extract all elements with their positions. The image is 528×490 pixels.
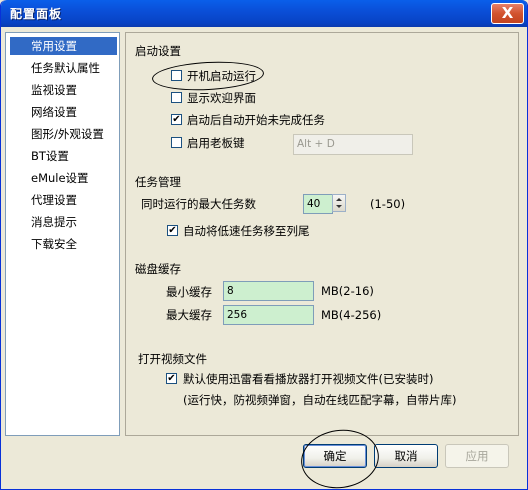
general-settings-panel: 启动设置 开机启动运行 显示欢迎界面 ✔ 启动后自动开始未完成任务 启用老板键 … <box>125 32 519 436</box>
close-button[interactable]: X <box>491 3 524 24</box>
min-cache-input[interactable]: 8 <box>223 281 314 301</box>
config-window: 配置面板 X 常用设置 任务默认属性 监视设置 网络设置 图形/外观设置 BT设… <box>0 0 528 490</box>
welcome-label[interactable]: 显示欢迎界面 <box>187 90 256 106</box>
sidebar-item-notifications[interactable]: 消息提示 <box>10 213 117 231</box>
boss-key-field[interactable]: Alt + D <box>293 134 413 155</box>
max-tasks-spinner[interactable] <box>332 194 346 212</box>
welcome-checkbox[interactable] <box>171 92 182 103</box>
resume-tasks-label[interactable]: 启动后自动开始未完成任务 <box>187 112 325 128</box>
check-mark-icon: ✔ <box>168 225 177 236</box>
window-title: 配置面板 <box>10 7 63 21</box>
max-cache-label: 最大缓存 <box>166 308 212 322</box>
title-bar[interactable]: 配置面板 X <box>1 0 527 27</box>
sidebar-item-network[interactable]: 网络设置 <box>10 103 117 121</box>
move-slow-checkbox[interactable]: ✔ <box>167 225 178 236</box>
check-mark-icon: ✔ <box>172 114 181 125</box>
spin-up-icon[interactable] <box>336 198 342 201</box>
min-cache-range: MB(2-16) <box>321 284 374 298</box>
sidebar-item-appearance[interactable]: 图形/外观设置 <box>10 125 117 143</box>
boss-key-label[interactable]: 启用老板键 <box>187 135 245 151</box>
default-player-note: (运行快，防视频弹窗，自动在线匹配字幕，自带片库) <box>183 393 457 407</box>
cache-section-title: 磁盘缓存 <box>135 262 181 276</box>
sidebar-item-proxy[interactable]: 代理设置 <box>10 191 117 209</box>
video-section-title: 打开视频文件 <box>138 352 207 366</box>
spin-down-icon[interactable] <box>336 205 342 208</box>
max-cache-input[interactable]: 256 <box>223 305 314 325</box>
max-tasks-input[interactable]: 40 <box>303 194 333 214</box>
sidebar-item-task-defaults[interactable]: 任务默认属性 <box>10 59 117 77</box>
resume-tasks-checkbox[interactable]: ✔ <box>171 114 182 125</box>
sidebar-item-emule[interactable]: eMule设置 <box>10 169 117 187</box>
max-tasks-label: 同时运行的最大任务数 <box>141 197 256 211</box>
tasks-section-title: 任务管理 <box>135 175 181 189</box>
check-mark-icon: ✔ <box>167 373 176 384</box>
move-slow-label[interactable]: 自动将低速任务移至列尾 <box>183 223 310 239</box>
sidebar-item-general[interactable]: 常用设置 <box>10 37 117 55</box>
sidebar-item-download-security[interactable]: 下载安全 <box>10 235 117 253</box>
cancel-button[interactable]: 取消 <box>374 444 438 468</box>
default-player-checkbox[interactable]: ✔ <box>166 373 177 384</box>
settings-category-list: 常用设置 任务默认属性 监视设置 网络设置 图形/外观设置 BT设置 eMule… <box>5 32 120 436</box>
startup-section-title: 启动设置 <box>135 44 181 58</box>
boss-key-checkbox[interactable] <box>171 137 182 148</box>
apply-button[interactable]: 应用 <box>445 444 509 468</box>
min-cache-label: 最小缓存 <box>166 285 212 299</box>
max-cache-range: MB(4-256) <box>321 308 382 322</box>
sidebar-item-monitor[interactable]: 监视设置 <box>10 81 117 99</box>
max-tasks-range: (1-50) <box>370 197 406 211</box>
default-player-label[interactable]: 默认使用迅雷看看播放器打开视频文件(已安装时) <box>183 371 433 387</box>
sidebar-item-bt[interactable]: BT设置 <box>10 147 117 165</box>
